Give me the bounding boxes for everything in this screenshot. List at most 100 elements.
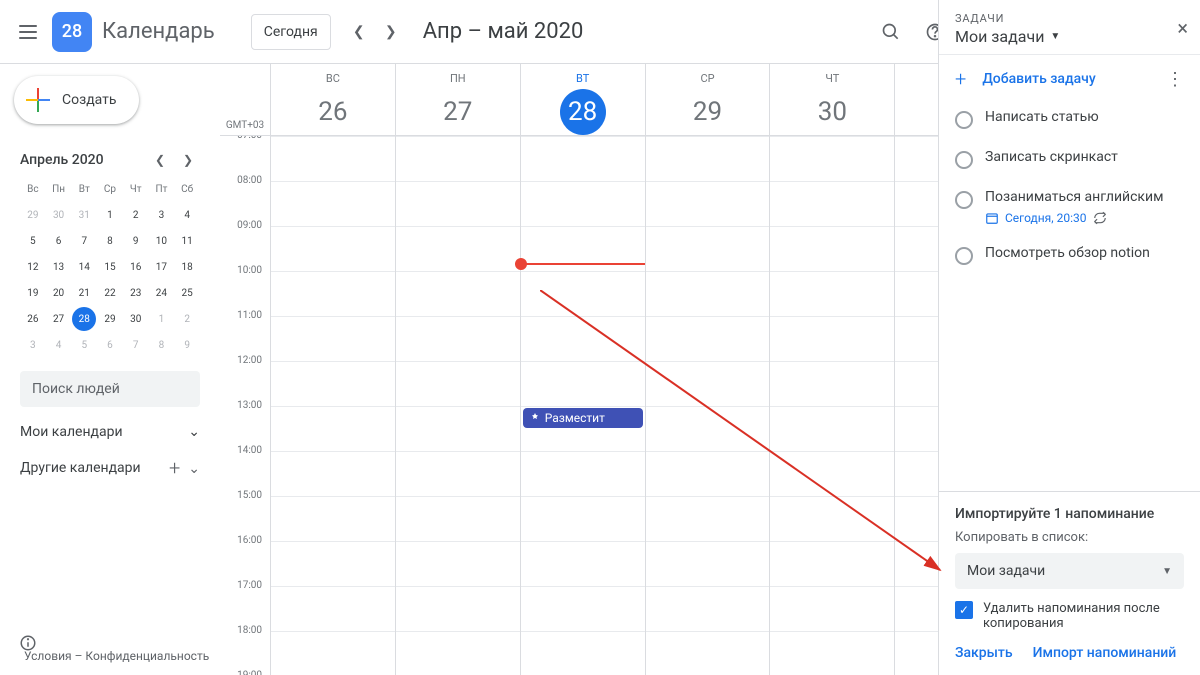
calendar-event[interactable]: Разместит [523,408,643,428]
add-calendar-button[interactable]: + [169,456,180,480]
task-complete-circle[interactable] [955,191,973,209]
time-label: 13:00 [220,400,270,445]
add-task-button[interactable]: + Добавить задачу ⋮ [939,54,1200,99]
day-column-header[interactable]: СР29 [645,64,770,135]
mini-calendar-day[interactable]: 2 [124,203,148,227]
mini-calendar-day[interactable]: 7 [124,333,148,357]
mini-calendar-day[interactable]: 7 [72,229,96,253]
mini-calendar-day[interactable]: 5 [72,333,96,357]
day-column-header[interactable]: ЧТ30 [769,64,894,135]
tasks-list-selector[interactable]: Мои задачи ▼ [955,27,1184,46]
my-calendars-toggle[interactable]: Мои календари ⌄ [20,423,200,440]
mini-calendar-month: Апрель 2020 [20,152,104,168]
main-menu-button[interactable] [8,12,48,52]
day-column[interactable] [645,136,770,675]
time-label: 17:00 [220,580,270,625]
mini-calendar-day[interactable]: 27 [47,307,71,331]
mini-calendar-day[interactable]: 9 [124,229,148,253]
close-panel-button[interactable]: × [1177,16,1188,40]
mini-calendar-day[interactable]: 13 [47,255,71,279]
time-label: 11:00 [220,310,270,355]
today-button[interactable]: Сегодня [251,14,331,50]
chevron-down-icon: ▼ [1050,31,1060,42]
search-people-input[interactable]: Поиск людей [20,371,200,407]
search-button[interactable] [871,12,911,52]
mini-calendar-day[interactable]: 4 [175,203,199,227]
mini-calendar-day[interactable]: 14 [72,255,96,279]
mini-dow-label: Вс [20,180,46,199]
mini-next-month[interactable]: ❯ [176,148,200,172]
task-item[interactable]: Записать скринкаст [939,139,1200,179]
mini-calendar-day[interactable]: 18 [175,255,199,279]
mini-calendar-day[interactable]: 22 [98,281,122,305]
chevron-down-icon: ⌄ [188,460,200,477]
import-action-button[interactable]: Импорт напоминаний [1033,645,1177,661]
mini-calendar-day[interactable]: 25 [175,281,199,305]
task-list-menu-button[interactable]: ⋮ [1166,69,1184,90]
prev-week-button[interactable]: ❮ [343,16,375,48]
mini-calendar-day[interactable]: 19 [21,281,45,305]
mini-calendar-day[interactable]: 3 [149,203,173,227]
mini-calendar-day[interactable]: 31 [72,203,96,227]
mini-calendar-day[interactable]: 2 [175,307,199,331]
mini-calendar-day[interactable]: 20 [47,281,71,305]
mini-calendar-day[interactable]: 17 [149,255,173,279]
task-complete-circle[interactable] [955,247,973,265]
mini-calendar-day[interactable]: 6 [98,333,122,357]
day-column[interactable] [769,136,894,675]
mini-calendar-day[interactable]: 8 [149,333,173,357]
next-week-button[interactable]: ❯ [375,16,407,48]
mini-calendar-day[interactable]: 29 [21,203,45,227]
mini-dow-label: Пт [149,180,175,199]
mini-prev-month[interactable]: ❮ [148,148,172,172]
mini-calendar-day[interactable]: 11 [175,229,199,253]
task-item[interactable]: Позаниматься английскимСегодня, 20:30 [939,179,1200,235]
delete-after-checkbox[interactable]: ✓ [955,601,973,619]
mini-calendar-day[interactable]: 28 [72,307,96,331]
day-column-header[interactable]: ВТ28 [520,64,645,135]
task-complete-circle[interactable] [955,151,973,169]
mini-calendar-day[interactable]: 23 [124,281,148,305]
mini-calendar-day[interactable]: 5 [21,229,45,253]
task-item[interactable]: Посмотреть обзор notion [939,235,1200,275]
create-button[interactable]: Создать [14,76,139,124]
day-column-header[interactable]: ПН27 [395,64,520,135]
task-complete-circle[interactable] [955,111,973,129]
mini-dow-label: Пн [46,180,72,199]
mini-calendar-day[interactable]: 6 [47,229,71,253]
mini-calendar-day[interactable]: 9 [175,333,199,357]
mini-calendar-day[interactable]: 21 [72,281,96,305]
time-label: 09:00 [220,220,270,265]
mini-calendar-day[interactable]: 15 [98,255,122,279]
import-title: Импортируйте 1 напоминание [955,506,1184,522]
date-range-label: Апр – май 2020 [423,19,584,44]
day-column-header[interactable]: ВС26 [270,64,395,135]
mini-calendar-day[interactable]: 8 [98,229,122,253]
mini-calendar-day[interactable]: 1 [98,203,122,227]
day-column[interactable] [395,136,520,675]
mini-calendar-day[interactable]: 30 [47,203,71,227]
time-label: 10:00 [220,265,270,310]
mini-calendar-day[interactable]: 12 [21,255,45,279]
tasks-panel-label: ЗАДАЧИ [955,12,1184,25]
task-item[interactable]: Написать статью [939,99,1200,139]
mini-calendar-day[interactable]: 1 [149,307,173,331]
mini-calendar-day[interactable]: 16 [124,255,148,279]
mini-calendar-day[interactable]: 29 [98,307,122,331]
day-column[interactable]: Разместит [520,136,645,675]
timezone-label: GMT+03 [220,64,270,135]
day-column[interactable] [270,136,395,675]
import-list-selector[interactable]: Мои задачи ▼ [955,553,1184,589]
footer-links[interactable]: Условия – Конфиденциальность [24,649,209,663]
mini-calendar-day[interactable]: 26 [21,307,45,331]
delete-after-label: Удалить напоминания после копирования [983,601,1184,631]
mini-dow-label: Вт [71,180,97,199]
import-close-button[interactable]: Закрыть [955,645,1013,661]
mini-calendar-day[interactable]: 3 [21,333,45,357]
chevron-down-icon: ▼ [1162,566,1172,577]
mini-calendar-day[interactable]: 24 [149,281,173,305]
mini-calendar-day[interactable]: 4 [47,333,71,357]
mini-calendar-day[interactable]: 30 [124,307,148,331]
mini-calendar-day[interactable]: 10 [149,229,173,253]
other-calendars-toggle[interactable]: Другие календари + ⌄ [20,456,200,480]
